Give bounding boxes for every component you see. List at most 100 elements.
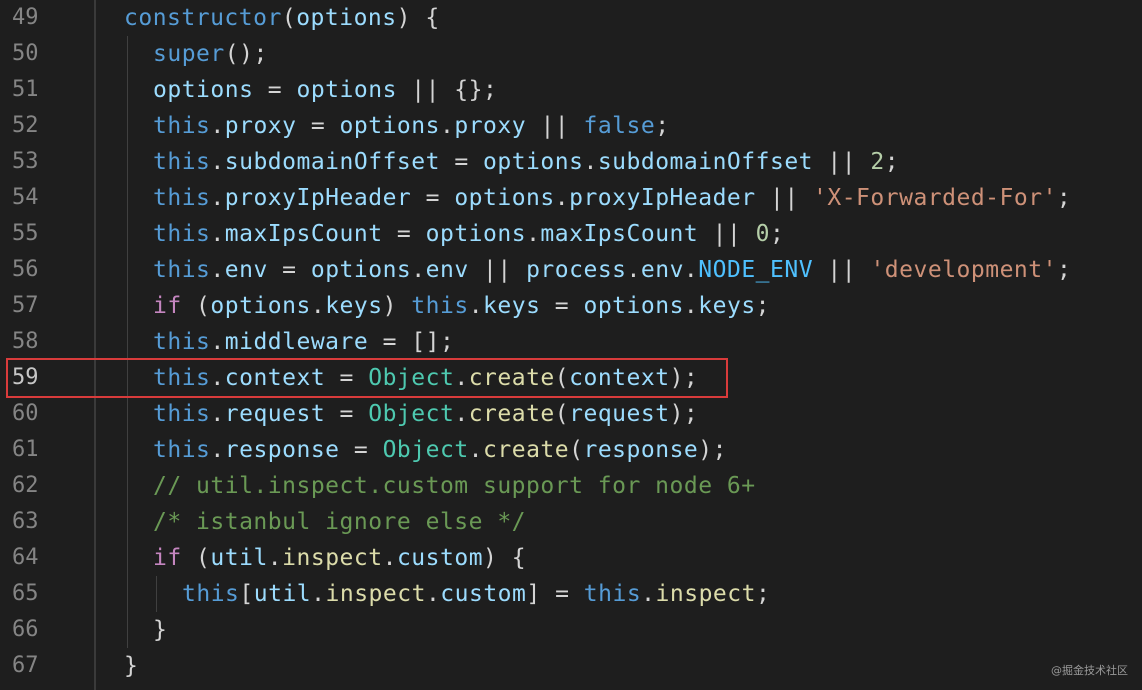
code-token: . (411, 257, 426, 283)
line-number: 65 (12, 581, 39, 606)
code-line[interactable]: 52 this.proxy = options.proxy || false; (0, 108, 1142, 144)
code-token: ) { (483, 545, 527, 571)
line-number: 50 (12, 41, 39, 66)
code-token: || (755, 185, 814, 211)
code-token: options (425, 221, 527, 247)
code-line[interactable]: 54 this.proxyIpHeader = options.proxyIpHe… (0, 180, 1142, 216)
code-token: inspect (282, 545, 383, 571)
code-token: . (210, 257, 225, 283)
code-token: request (569, 401, 670, 427)
code-line[interactable]: 55 this.maxIpsCount = options.maxIpsCount… (0, 216, 1142, 252)
line-number: 61 (12, 437, 39, 462)
indent-guide (127, 468, 128, 504)
code-token: . (468, 437, 484, 463)
code-token: process (526, 257, 627, 283)
code-token: . (626, 257, 641, 283)
code-line[interactable]: 66} (0, 612, 1142, 648)
code-line[interactable]: 53 this.subdomainOffset = options.subdoma… (0, 144, 1142, 180)
code-token: Object (368, 401, 455, 427)
code-token: custom (440, 581, 527, 607)
code-token: false (583, 113, 656, 139)
indent-guide (127, 324, 128, 360)
code-text: if (util.inspect.custom) { (153, 540, 526, 576)
highlight-annotation-box (6, 358, 728, 398)
code-token: response (583, 437, 699, 463)
code-token: ); (698, 437, 727, 463)
code-line[interactable]: 50 super(); (0, 36, 1142, 72)
code-token: . (210, 185, 225, 211)
code-token: . (311, 581, 326, 607)
code-text: this.request = Object.create(request); (153, 396, 698, 432)
code-editor[interactable]: 49 constructor(options) { 50 super(); 51 opti… (0, 0, 1142, 690)
code-token: response (224, 437, 340, 463)
code-line[interactable]: 65 this[util.inspect.custom] = this.inspe… (0, 576, 1142, 612)
code-line[interactable]: 64 if (util.inspect.custom) { (0, 540, 1142, 576)
indent-guide (127, 144, 128, 180)
code-token: || (526, 113, 584, 139)
code-text: } (124, 648, 138, 684)
code-token: . (310, 293, 326, 319)
code-token: || (813, 149, 871, 175)
code-token: options (296, 5, 397, 31)
code-token: . (382, 545, 397, 571)
code-token: 0 (755, 221, 770, 247)
code-token: = (411, 185, 455, 211)
code-line[interactable]: 49 constructor(options) { (0, 0, 1142, 36)
code-token: options (210, 293, 311, 319)
code-line[interactable]: 56 this.env = options.env || process.env.… (0, 252, 1142, 288)
code-token: = (540, 293, 584, 319)
code-token: custom (396, 545, 484, 571)
code-token: . (210, 149, 225, 175)
code-line[interactable]: 63 /* istanbul ignore else */ (0, 504, 1142, 540)
code-line[interactable]: 60 this.request = Object.create(request); (0, 396, 1142, 432)
code-token: env (224, 257, 268, 283)
code-line[interactable]: 51 options = options || {}; (0, 72, 1142, 108)
code-token: keys (325, 293, 383, 319)
line-number: 52 (12, 113, 39, 138)
code-token: proxyIpHeader (224, 185, 412, 211)
code-text: super(); (153, 36, 268, 72)
code-token: || (813, 257, 871, 283)
code-token: subdomainOffset (597, 149, 814, 175)
code-line[interactable]: 62 // util.inspect.custom support for nod… (0, 468, 1142, 504)
code-token: // util.inspect.custom support for node … (153, 473, 756, 499)
code-text: } (153, 612, 167, 648)
code-token: NODE_ENV (698, 257, 814, 283)
code-token: this (411, 293, 469, 319)
code-line[interactable]: 58 this.middleware = []; (0, 324, 1142, 360)
code-line[interactable]: 57 if (options.keys) this.keys = options.… (0, 288, 1142, 324)
code-text: this[util.inspect.custom] = this.inspect… (182, 576, 770, 612)
code-token: = (439, 149, 484, 175)
indent-guide (127, 432, 128, 468)
code-token: inspect (325, 581, 426, 607)
code-token: this (153, 185, 211, 211)
indent-guide (127, 180, 128, 216)
line-number: 49 (12, 5, 39, 30)
code-token: subdomainOffset (224, 149, 440, 175)
line-number: 58 (12, 329, 39, 354)
code-token: . (267, 545, 283, 571)
code-text: constructor(options) { (124, 0, 440, 36)
code-token: ; (770, 221, 785, 247)
code-token: . (683, 257, 699, 283)
code-text: this.env = options.env || process.env.NO… (153, 252, 1071, 288)
code-token: /* istanbul ignore else */ (153, 509, 527, 535)
code-token: [ (239, 581, 254, 607)
code-line[interactable]: 61 this.response = Object.create(response… (0, 432, 1142, 468)
line-number: 62 (12, 473, 39, 498)
code-token: util (253, 581, 312, 607)
code-token: ( (569, 437, 584, 463)
code-token: = (267, 257, 311, 283)
indent-guide (127, 288, 128, 324)
code-token: = (339, 437, 383, 463)
code-token: . (468, 293, 484, 319)
code-token: proxyIpHeader (569, 185, 756, 211)
code-token: options (483, 149, 584, 175)
code-token: env (640, 257, 684, 283)
code-text: this.proxyIpHeader = options.proxyIpHead… (153, 180, 1071, 216)
code-token: if (153, 545, 182, 571)
code-token: . (210, 221, 225, 247)
code-token: keys (698, 293, 756, 319)
code-line[interactable]: 67} (0, 648, 1142, 684)
code-token: . (683, 293, 699, 319)
